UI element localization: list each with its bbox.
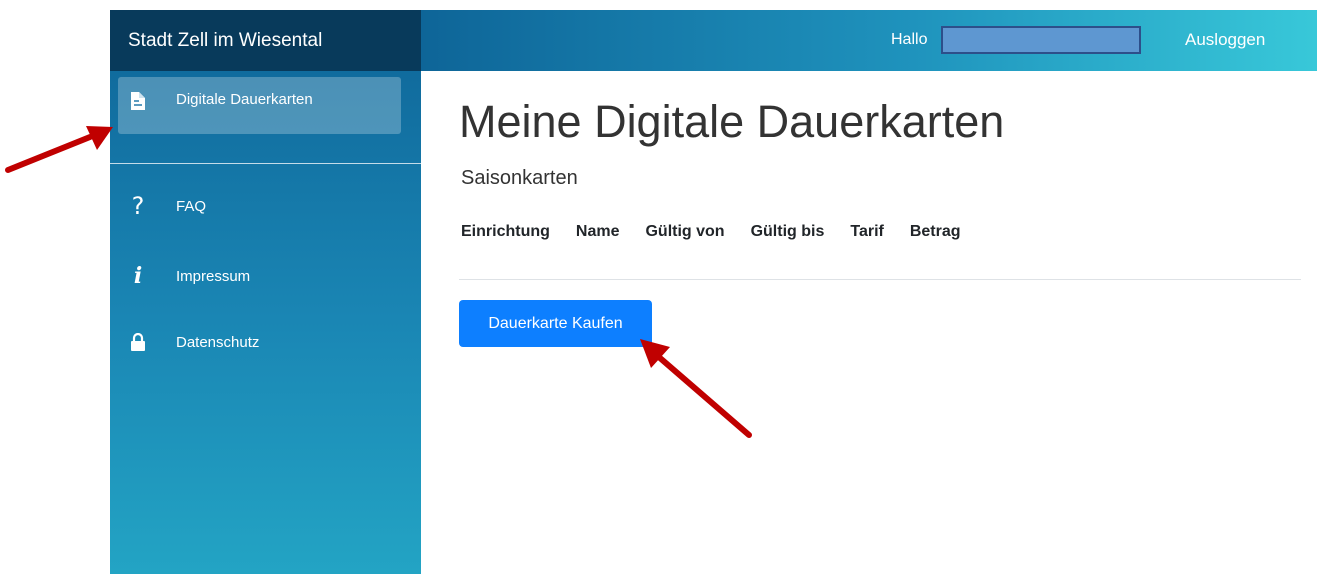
arrow-icon [640,339,752,438]
arrow-icon [5,126,113,173]
annotation-arrows [5,126,752,438]
